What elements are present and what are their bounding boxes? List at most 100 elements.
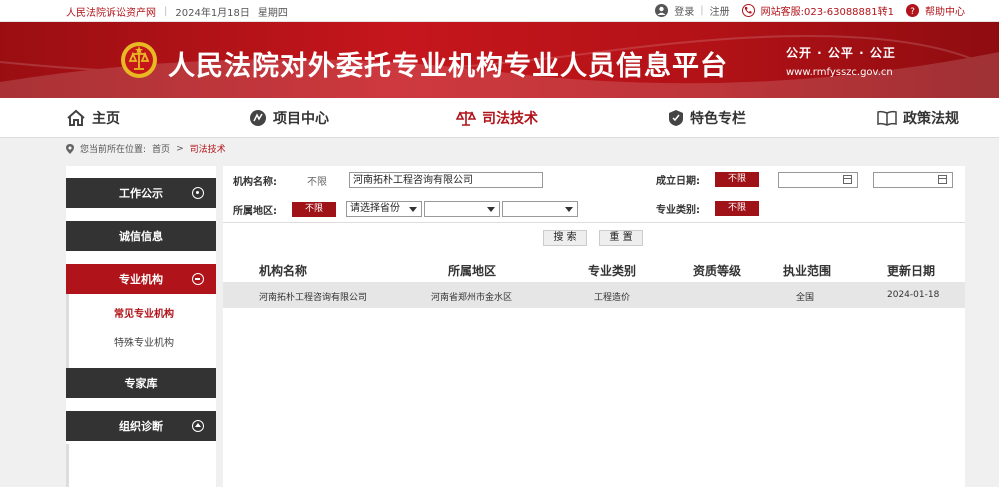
sidebar-label: 专业机构	[119, 273, 163, 286]
specialty-unlimited-button[interactable]: 不限	[715, 201, 759, 216]
header-banner: 人民法院对外委托专业机构专业人员信息平台 公开 · 公平 · 公正 www.rm…	[0, 22, 999, 98]
sidebar-item-credit-info[interactable]: 诚信信息	[66, 221, 216, 251]
nav-home[interactable]: 主页	[66, 108, 120, 128]
breadcrumb-current: 司法技术	[189, 145, 226, 155]
sidebar-label: 工作公示	[119, 187, 163, 200]
org-name-input[interactable]: 河南拓朴工程咨询有限公司	[349, 172, 543, 188]
sidebar-item-work-publicity[interactable]: 工作公示	[66, 178, 216, 208]
table-row[interactable]: 河南拓朴工程咨询有限公司 河南省郑州市金水区 工程造价 全国 2024-01-1…	[223, 282, 965, 308]
col-region: 所属地区	[448, 264, 497, 278]
filter-founded-date: 成立日期: 不限	[656, 172, 759, 187]
platform-motto: 公开 · 公平 · 公正	[786, 46, 896, 60]
sidebar-label: 组织诊断	[119, 420, 163, 433]
calendar-icon	[843, 175, 852, 184]
sidebar-subitem-special-orgs[interactable]: 特殊专业机构	[66, 327, 216, 355]
breadcrumb-arrow: >	[176, 143, 184, 154]
collapse-icon	[192, 273, 204, 285]
nav-project-center[interactable]: 项目中心	[249, 108, 329, 128]
book-icon	[877, 110, 897, 126]
separator: |	[164, 6, 168, 17]
sidebar-label: 专家库	[124, 377, 158, 390]
top-bar-right: 登录 | 注册 网站客服:023-63088881转1 ? 帮助中心	[655, 3, 965, 18]
main-content: 机构名称: 不限 河南拓朴工程咨询有限公司 成立日期: 不限 所属地区: 不限 …	[223, 166, 965, 487]
sidebar-label: 诚信信息	[119, 230, 163, 243]
filter-org-name: 机构名称: 不限 河南拓朴工程咨询有限公司	[233, 172, 543, 188]
sidebar-item-org-diagnosis[interactable]: 组织诊断	[66, 411, 216, 441]
help-icon: ?	[906, 4, 919, 17]
sidebar-item-expert-pool[interactable]: 专家库	[66, 368, 216, 398]
phone-icon	[741, 4, 755, 17]
founded-label: 成立日期:	[656, 176, 700, 187]
col-update-date: 更新日期	[887, 264, 936, 278]
city-select[interactable]	[424, 201, 500, 217]
user-icon	[655, 4, 669, 17]
province-select[interactable]: 请选择省份	[346, 201, 422, 217]
chevron-up-icon	[192, 420, 204, 432]
region-label: 所属地区:	[233, 205, 277, 217]
project-icon	[250, 110, 266, 126]
col-specialty: 专业类别	[588, 264, 637, 278]
current-weekday: 星期四	[257, 8, 288, 19]
register-link[interactable]: 注册	[710, 3, 730, 18]
filter-region: 所属地区: 不限 请选择省份	[233, 201, 578, 217]
help-center-link[interactable]: 帮助中心	[925, 3, 965, 18]
cell-region: 河南省郑州市金水区	[431, 293, 513, 303]
nav-feature-label: 特色专栏	[690, 111, 746, 127]
region-unlimited-button[interactable]: 不限	[292, 201, 336, 217]
cell-org-name[interactable]: 河南拓朴工程咨询有限公司	[259, 290, 367, 303]
cell-specialty: 工程造价	[594, 293, 631, 303]
sidebar-subitem-common-orgs[interactable]: 常见专业机构	[66, 298, 216, 326]
nav-judicial-tech[interactable]: 司法技术	[456, 108, 538, 128]
nav-feature-column[interactable]: 特色专栏	[668, 108, 746, 128]
platform-domain: www.rmfysszc.gov.cn	[786, 67, 893, 78]
expand-icon	[192, 187, 204, 199]
court-emblem-icon	[121, 42, 157, 78]
col-org-name: 机构名称	[259, 264, 308, 278]
province-select-value: 请选择省份	[350, 203, 400, 214]
nav-project-label: 项目中心	[273, 111, 329, 127]
breadcrumb-prefix: 您当前所在位置:	[80, 145, 147, 155]
reset-button[interactable]: 重 置	[599, 230, 643, 246]
nav-policy-label: 政策法规	[903, 111, 959, 127]
founded-unlimited-button[interactable]: 不限	[715, 172, 759, 187]
district-select[interactable]	[502, 201, 578, 217]
results-table-header: 机构名称 所属地区 专业类别 资质等级 执业范围 更新日期	[223, 260, 965, 282]
scales-icon	[456, 111, 476, 126]
nav-judicial-label: 司法技术	[482, 111, 538, 127]
sidebar-item-professional-orgs[interactable]: 专业机构	[66, 264, 216, 294]
specialty-label: 专业类别:	[656, 205, 700, 216]
chevron-down-icon	[565, 207, 573, 212]
nav-policy[interactable]: 政策法规	[877, 108, 959, 128]
cell-update-date: 2024-01-18	[887, 290, 940, 300]
main-nav: 主页 项目中心 司法技术 特色专栏 政策法规	[0, 98, 999, 138]
filter-specialty: 专业类别: 不限	[656, 201, 759, 216]
svg-text:?: ?	[910, 7, 915, 17]
founded-end-date[interactable]	[873, 172, 953, 188]
home-icon	[67, 109, 85, 126]
site-link[interactable]: 人民法院诉讼资产网	[66, 4, 156, 19]
col-qualification: 资质等级	[693, 264, 742, 278]
org-name-label: 机构名称:	[233, 176, 277, 188]
separator: |	[700, 5, 704, 16]
search-button[interactable]: 搜 索	[543, 230, 587, 246]
sidebar: 工作公示 诚信信息 专业机构 常见专业机构 特殊专业机构 专家库 组织诊断	[66, 166, 216, 487]
cell-practice-scope: 全国	[796, 293, 815, 303]
nav-home-label: 主页	[92, 111, 120, 127]
top-bar: 人民法院诉讼资产网 | 2024年1月18日 星期四 登录 | 注册 网站客服:…	[0, 0, 999, 22]
calendar-icon	[938, 175, 947, 184]
top-bar-left: 人民法院诉讼资产网 | 2024年1月18日 星期四	[66, 4, 288, 19]
col-practice-scope: 执业范围	[783, 264, 832, 278]
current-date: 2024年1月18日	[175, 8, 250, 19]
breadcrumb: 您当前所在位置: 首页 > 司法技术	[66, 142, 226, 155]
login-link[interactable]: 登录	[674, 3, 694, 18]
feature-icon	[669, 110, 683, 126]
filter-divider	[223, 222, 965, 223]
breadcrumb-home[interactable]: 首页	[152, 142, 170, 155]
founded-start-date[interactable]	[778, 172, 858, 188]
location-pin-icon	[66, 143, 74, 154]
org-name-unlimited[interactable]: 不限	[307, 173, 327, 188]
chevron-down-icon	[487, 207, 495, 212]
hotline-text: 网站客服:023-63088881转1	[760, 7, 894, 18]
platform-title: 人民法院对外委托专业机构专业人员信息平台	[168, 51, 728, 82]
chevron-down-icon	[409, 207, 417, 212]
